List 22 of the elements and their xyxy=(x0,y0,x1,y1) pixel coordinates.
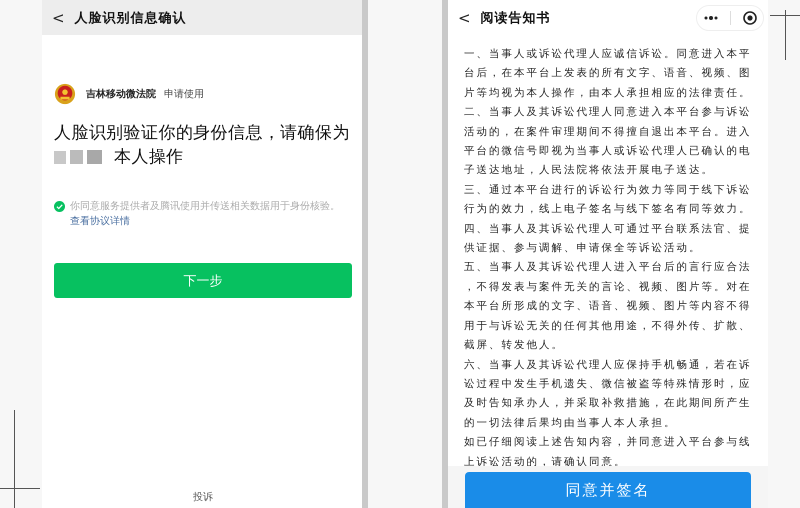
notice-paragraph: 三、通过本平台进行的诉讼行为效力等同于线下诉讼行为的效力，线上电子签名与线下签名有同等效力。 xyxy=(464,182,752,218)
page-title: 人脸识别信息确认 xyxy=(74,10,187,26)
request-label: 申请使用 xyxy=(164,88,204,101)
notice-paragraph: 一、当事人或诉讼代理人应诚信诉讼。同意进入本平台后，在本平台上发表的所有文字、语音、视频、图片等均视为本人操作，由本人承担相应的法律责任。 xyxy=(464,47,752,101)
checkbox[interactable] xyxy=(54,201,65,212)
agreement-link[interactable]: 查看协议详情 xyxy=(70,216,130,227)
notice-paragraph: 四、当事人及其诉讼代理人可通过平台联系法官、提供证据、参与调解、申请保全等诉讼活动。 xyxy=(464,222,752,256)
notice-paragraph: 二、当事人及其诉讼代理人同意进入本平台参与诉讼活动的，在案件审理期间不得擅自退出本平台。进入平台的微信号即视为当事人或诉讼代理人已确认的电子送达地址，人民法院将依法开展电子送达。 xyxy=(464,105,752,178)
back-button[interactable]: < xyxy=(458,8,471,26)
more-icon[interactable] xyxy=(702,15,719,21)
agree-sign-button[interactable]: 同意并签名 xyxy=(465,472,751,508)
heading: 人脸识别验证你的身份信息，请确保为 xyxy=(54,122,351,145)
page-title: 阅读告知书 xyxy=(480,10,551,26)
app-name: 吉林移动微法院 xyxy=(86,88,156,101)
complaint-link[interactable]: 投诉 xyxy=(193,490,213,504)
consent-text: 你同意服务提供者及腾讯使用并传送相关数据用于身份核验。 查看协议详情 xyxy=(70,200,341,229)
close-icon[interactable] xyxy=(743,11,758,25)
notice-paragraph: 五、当事人及其诉讼代理人进入平台后的言行应合法，不得发表与案件无关的言论、视频、图片等。对在本平台所形成的文字、语音、视频、图片等内容不得用于与诉讼无关的任何其他用途，不得外传、扩散、截屏、转发他人。 xyxy=(464,260,752,354)
notice-paragraph: 六、当事人及其诉讼代理人应保持手机畅通，若在诉讼过程中发生手机遗失、微信被盗等特殊情形时，应及时告知承办人，并采取补救措施，在此期间所产生的一切法律后果均由当事人本人承担。 xyxy=(464,358,752,431)
back-button[interactable]: < xyxy=(52,8,65,26)
emblem-icon xyxy=(54,83,76,105)
heading-suffix: 本人操作 xyxy=(114,146,184,169)
